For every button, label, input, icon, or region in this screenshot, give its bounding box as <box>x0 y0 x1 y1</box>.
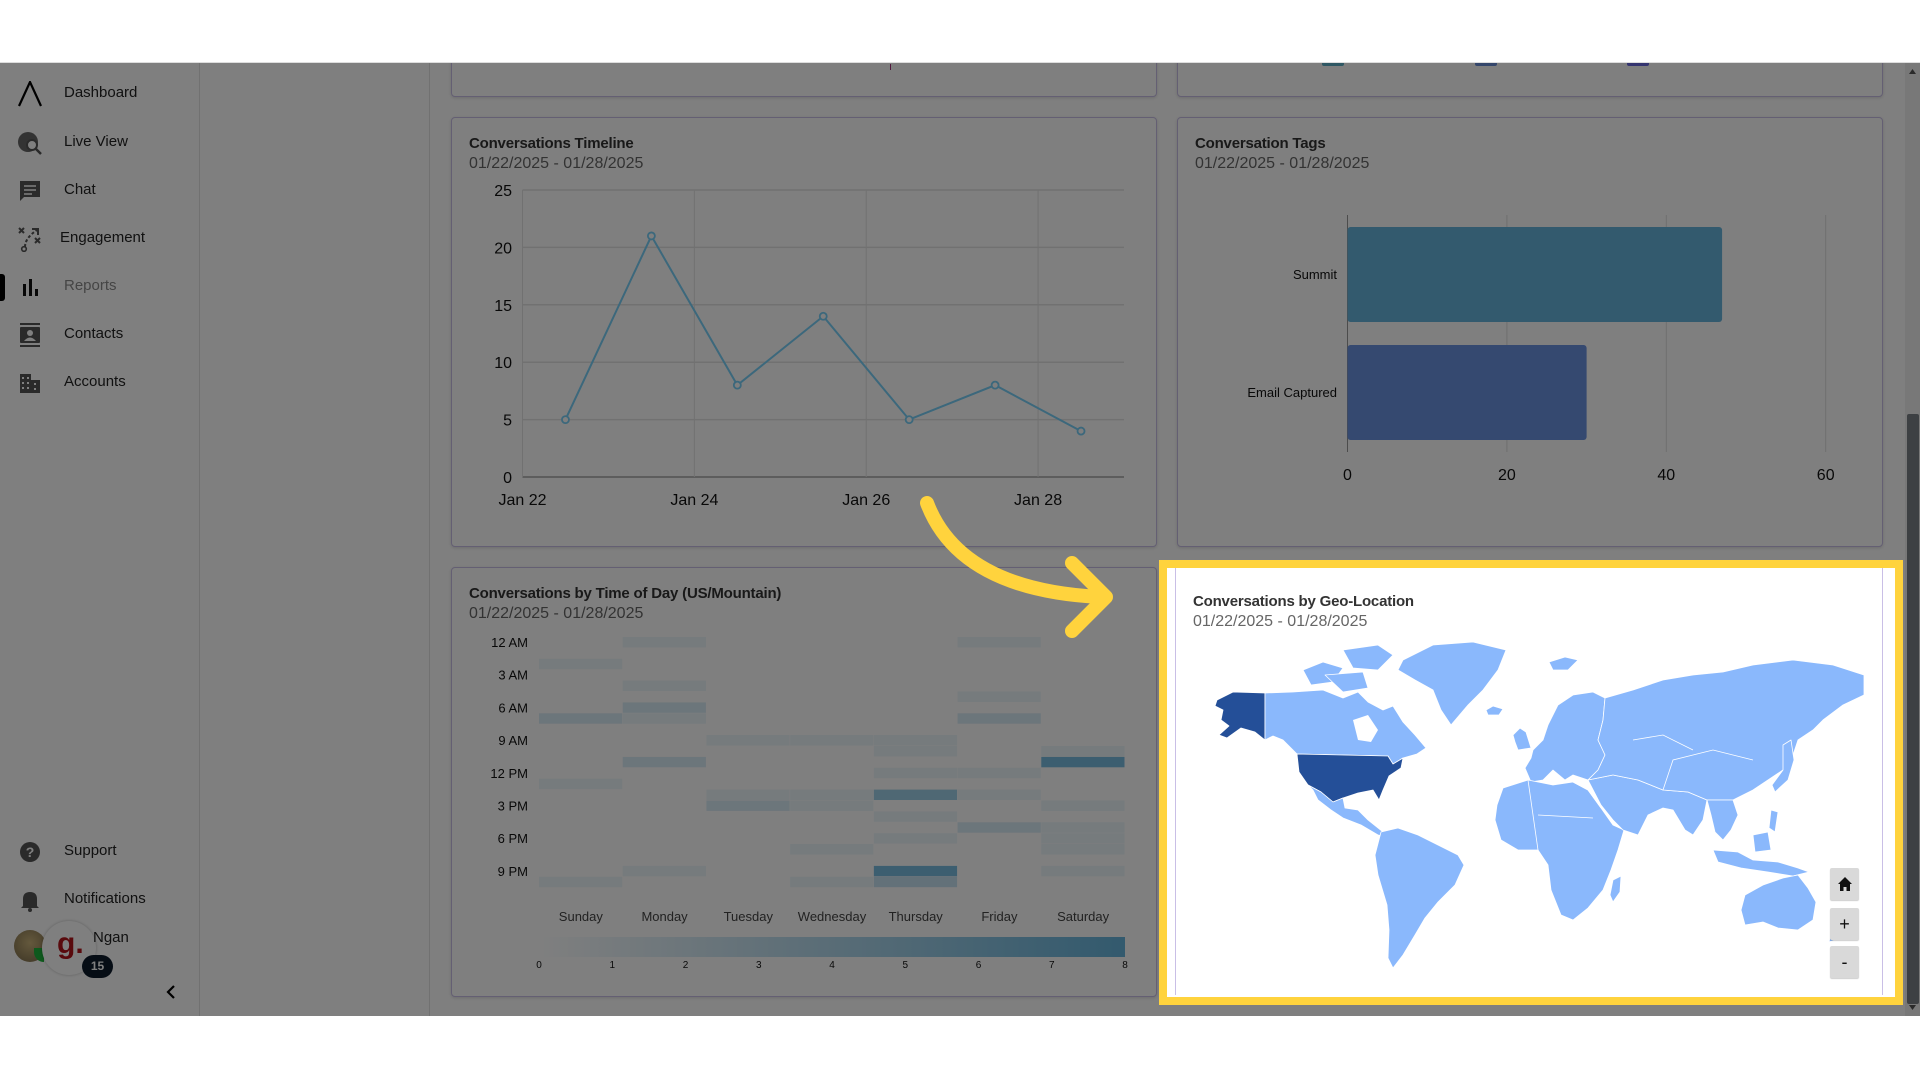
country-south-america[interactable] <box>1374 827 1465 968</box>
country-alaska[interactable] <box>1214 691 1266 741</box>
country-usa[interactable] <box>1296 753 1404 803</box>
map-zoom-out-button[interactable]: - <box>1830 946 1859 978</box>
map-zoom-in-button[interactable]: + <box>1830 908 1859 940</box>
card-date-range: 01/22/2025 - 01/28/2025 <box>1193 613 1368 630</box>
country-philippines[interactable] <box>1768 809 1779 833</box>
country-europe[interactable] <box>1524 691 1606 783</box>
country-canada[interactable] <box>1264 689 1427 765</box>
country-iceland[interactable] <box>1485 705 1504 716</box>
country-southeast-asia[interactable] <box>1706 799 1739 841</box>
world-map[interactable] <box>1193 640 1864 968</box>
geo-highlight-frame: Conversations by Geo-Location 01/22/2025… <box>1159 560 1903 1005</box>
country-svalbard[interactable] <box>1548 656 1579 671</box>
country-indonesia[interactable] <box>1712 849 1810 877</box>
geo-location-card: Conversations by Geo-Location 01/22/2025… <box>1175 568 1883 995</box>
country-borneo[interactable] <box>1752 831 1772 853</box>
card-title: Conversations by Geo-Location <box>1193 593 1414 610</box>
map-home-button[interactable] <box>1830 868 1859 900</box>
home-icon <box>1837 877 1852 891</box>
country-madagascar[interactable] <box>1609 875 1622 903</box>
country-uk[interactable] <box>1512 727 1532 751</box>
country-australia[interactable] <box>1740 874 1817 931</box>
country-arctic-island[interactable] <box>1342 644 1394 671</box>
